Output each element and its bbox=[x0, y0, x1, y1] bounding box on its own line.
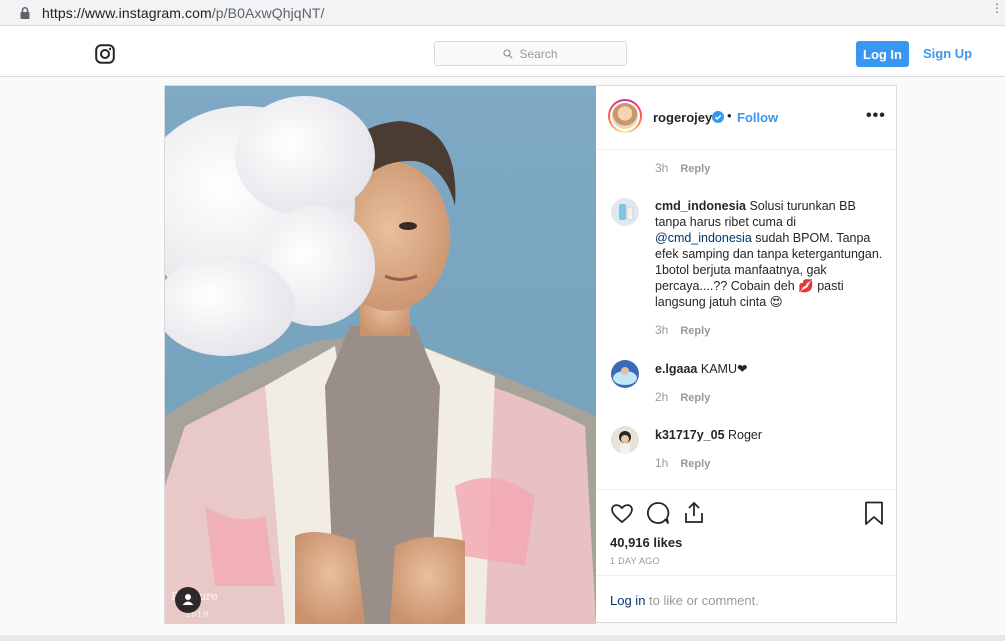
bookmark-icon[interactable] bbox=[861, 500, 887, 526]
comment-avatar[interactable] bbox=[611, 426, 639, 454]
more-options-icon[interactable]: ••• bbox=[866, 107, 886, 125]
comment-time: 3h bbox=[655, 323, 669, 337]
post-actions: 40,916 likes 1 DAY AGO bbox=[596, 489, 896, 575]
search-input[interactable]: Search bbox=[434, 41, 627, 66]
comment-avatar[interactable] bbox=[611, 360, 639, 388]
login-prompt-suffix: to like or comment. bbox=[645, 593, 759, 608]
login-link[interactable]: Log in bbox=[610, 593, 645, 608]
like-count[interactable]: 40,916 likes bbox=[610, 535, 682, 550]
share-icon[interactable] bbox=[681, 500, 707, 526]
browser-menu-icon[interactable]: ⋮ bbox=[991, 2, 1003, 22]
url-path: /p/B0AxwQhjqNT/ bbox=[211, 4, 325, 21]
login-prompt: Log in to like or comment. bbox=[596, 575, 896, 622]
comment-meta: 3h Reply bbox=[655, 323, 710, 337]
page-bottom-edge bbox=[0, 635, 1005, 641]
comment-time: 1h bbox=[655, 456, 669, 470]
comment-mention[interactable]: @cmd_indonesia bbox=[655, 231, 752, 245]
reply-button[interactable]: Reply bbox=[680, 163, 710, 175]
author-avatar[interactable] bbox=[608, 99, 642, 133]
search-icon bbox=[503, 48, 514, 59]
post-header: rogerojey • Follow ••• bbox=[596, 86, 896, 150]
follow-button[interactable]: Follow bbox=[737, 110, 778, 125]
comment-meta: 3h Reply bbox=[655, 161, 710, 175]
post-timestamp: 1 DAY AGO bbox=[610, 556, 660, 566]
signup-link[interactable]: Sign Up bbox=[923, 46, 972, 61]
browser-address-bar[interactable]: https://www.instagram.com/p/B0AxwQhjqNT/… bbox=[0, 0, 1005, 26]
comment-meta: 2h Reply bbox=[655, 390, 710, 404]
top-navigation: Search Log In Sign Up bbox=[0, 28, 1005, 77]
comment-icon[interactable] bbox=[645, 500, 671, 526]
comment-username[interactable]: cmd_indonesia bbox=[655, 199, 746, 213]
lock-icon bbox=[20, 6, 30, 19]
post-sidebar: rogerojey • Follow ••• 3h Reply cmd_indon… bbox=[596, 86, 896, 622]
comments-list[interactable]: 3h Reply cmd_indonesia Solusi turunkan BB… bbox=[596, 150, 896, 489]
comment-body: Roger bbox=[724, 428, 763, 442]
reply-button[interactable]: Reply bbox=[680, 392, 710, 404]
user-tags-button[interactable] bbox=[175, 587, 201, 613]
reply-button[interactable]: Reply bbox=[680, 458, 710, 470]
header-separator: • bbox=[727, 108, 732, 123]
person-icon bbox=[182, 594, 194, 605]
url-text[interactable]: https://www.instagram.com/p/B0AxwQhjqNT/ bbox=[42, 5, 325, 21]
comment-time: 2h bbox=[655, 390, 669, 404]
post-photo-image bbox=[165, 86, 596, 624]
post-card: Pa ature 2019 rogerojey • Follow ••• bbox=[164, 85, 897, 624]
heart-icon[interactable] bbox=[609, 500, 635, 526]
comment-text: cmd_indonesia Solusi turunkan BB tanpa h… bbox=[655, 198, 887, 310]
post-photo[interactable]: Pa ature 2019 bbox=[165, 86, 596, 624]
login-prompt-text: Log in to like or comment. bbox=[610, 593, 759, 608]
comment-time: 3h bbox=[655, 161, 669, 175]
comment-meta: 1h Reply bbox=[655, 456, 710, 470]
instagram-logo-icon[interactable] bbox=[95, 44, 115, 64]
search-placeholder: Search bbox=[519, 46, 558, 61]
verified-badge-icon bbox=[712, 111, 724, 123]
comment-username[interactable]: k31717y_05 bbox=[655, 428, 725, 442]
comment-avatar[interactable] bbox=[611, 198, 639, 226]
url-host: https://www.instagram.com bbox=[42, 4, 212, 21]
author-username[interactable]: rogerojey bbox=[653, 110, 712, 125]
comment-body: KAMU❤ bbox=[697, 362, 748, 376]
comment-username[interactable]: e.lgaaa bbox=[655, 362, 697, 376]
login-button[interactable]: Log In bbox=[856, 41, 909, 67]
comment-text: k31717y_05 Roger bbox=[655, 427, 887, 443]
reply-button[interactable]: Reply bbox=[680, 325, 710, 337]
comment-text: e.lgaaa KAMU❤ bbox=[655, 361, 887, 377]
